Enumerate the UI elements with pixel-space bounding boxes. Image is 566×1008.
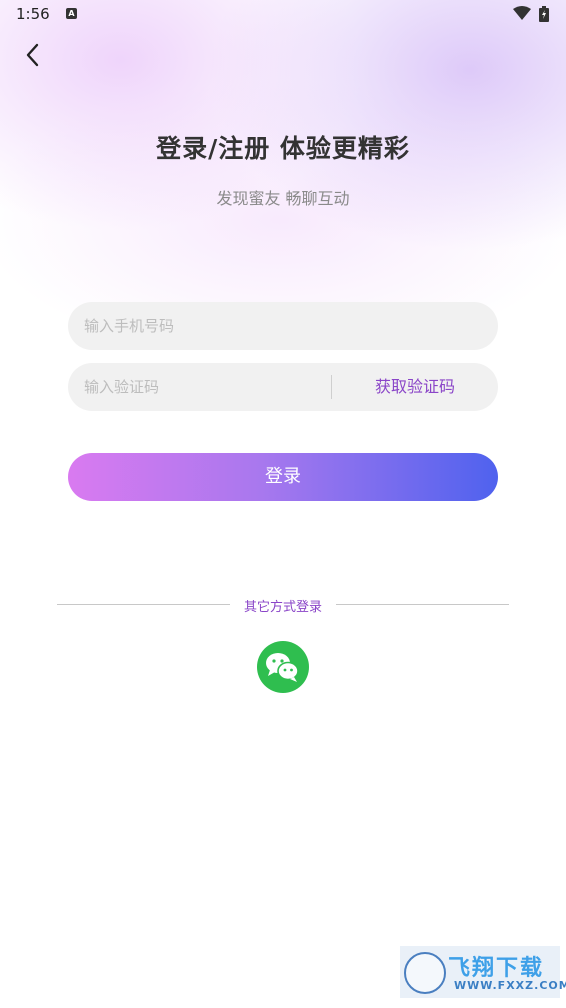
divider-right — [336, 604, 509, 605]
verification-code-row: 获取验证码 — [68, 363, 498, 411]
battery-charging-icon — [539, 6, 549, 22]
watermark: 飞翔下载 WWW.FXXZ.COM — [400, 946, 566, 998]
wifi-icon — [513, 6, 531, 20]
back-button[interactable] — [20, 40, 48, 70]
phone-field-container — [68, 302, 498, 350]
verification-code-input[interactable] — [84, 363, 324, 411]
phone-input[interactable] — [84, 302, 482, 350]
chevron-left-icon — [26, 43, 39, 67]
divider-left — [57, 604, 230, 605]
page-title: 登录/注册 体验更精彩 — [156, 134, 410, 163]
login-button[interactable]: 登录 — [68, 453, 498, 501]
get-code-button[interactable]: 获取验证码 — [338, 363, 492, 411]
watermark-text: 飞翔下载 — [448, 956, 545, 981]
a-notification-icon: A — [66, 8, 77, 19]
watermark-url: WWW.FXXZ.COM — [454, 979, 566, 992]
watermark-logo — [404, 952, 446, 994]
other-login-label: 其它方式登录 — [243, 600, 322, 615]
status-time: 1:56 — [16, 5, 50, 23]
header-background — [0, 0, 566, 330]
page-subtitle: 发现蜜友 畅聊互动 — [216, 189, 350, 208]
status-bar: 1:56 A — [0, 0, 566, 30]
field-divider — [331, 375, 332, 399]
wechat-login-button[interactable] — [257, 641, 309, 693]
wechat-icon — [266, 653, 299, 682]
